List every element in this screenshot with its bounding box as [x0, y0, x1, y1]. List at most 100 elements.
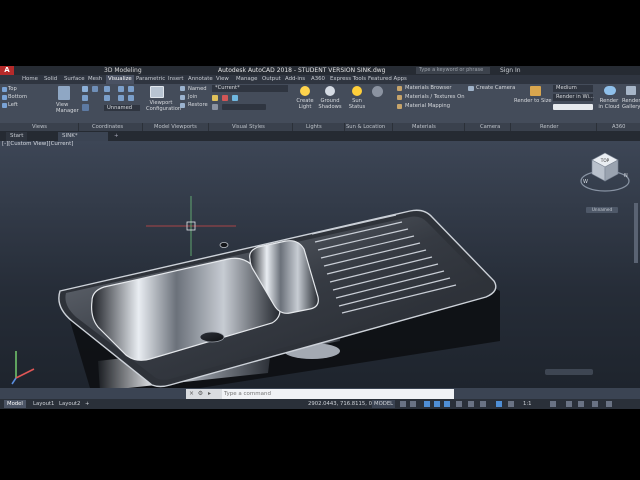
- tab-home[interactable]: Home: [22, 75, 38, 84]
- join-viewports-button[interactable]: Join: [188, 94, 197, 100]
- workspace-gear-icon[interactable]: [550, 401, 556, 407]
- ucs-icon[interactable]: [82, 86, 88, 92]
- panel-title-lights[interactable]: Lights: [306, 123, 322, 131]
- file-tab-start[interactable]: Start: [6, 132, 28, 141]
- tab-annotate[interactable]: Annotate: [188, 75, 213, 84]
- annotation-scale[interactable]: 1:1: [520, 400, 535, 408]
- osnap-icon[interactable]: [444, 401, 450, 407]
- sun-status-button[interactable]: Sun Status: [348, 98, 366, 110]
- panel-title-sun-location[interactable]: Sun & Location: [346, 123, 385, 131]
- isolate-objects-icon[interactable]: [566, 401, 572, 407]
- panel-title-views[interactable]: Views: [32, 123, 47, 131]
- tab-parametric[interactable]: Parametric: [136, 75, 165, 84]
- teapot-icon[interactable]: [530, 86, 541, 96]
- layout-tab-layout2[interactable]: Layout2: [56, 400, 83, 408]
- panel-title-coordinates[interactable]: Coordinates: [92, 123, 123, 131]
- tab-output[interactable]: Output: [262, 75, 281, 84]
- xray-icon[interactable]: [212, 104, 218, 110]
- new-file-tab-button[interactable]: +: [114, 131, 119, 141]
- render-gallery-icon[interactable]: [626, 86, 636, 95]
- named-viewports-button[interactable]: Named: [188, 86, 207, 92]
- view-manager-button[interactable]: View Manager: [56, 102, 79, 114]
- restore-viewports-button[interactable]: Restore: [188, 102, 208, 108]
- ground-shadows-icon[interactable]: [325, 86, 335, 96]
- ucs-previous-icon[interactable]: [104, 86, 110, 92]
- materials-browser-button[interactable]: Materials Browser: [405, 85, 451, 91]
- ucs-object-icon[interactable]: [104, 95, 110, 101]
- viewcube-icon[interactable]: TOP W N: [578, 143, 632, 207]
- search-input[interactable]: Type a keyword or phrase: [416, 67, 490, 74]
- workspace-switcher[interactable]: 3D Modeling: [104, 66, 142, 75]
- recent-commands-icon[interactable]: ▸: [206, 391, 213, 397]
- ucs-view-icon[interactable]: [82, 95, 88, 101]
- compass-north[interactable]: N: [624, 173, 628, 179]
- panel-title-camera[interactable]: Camera: [480, 123, 500, 131]
- material-mapping-button[interactable]: Material Mapping: [405, 103, 450, 109]
- tab-visualize[interactable]: Visualize: [106, 75, 134, 84]
- tab-solid[interactable]: Solid: [44, 75, 57, 84]
- ucs-face-icon[interactable]: [118, 95, 124, 101]
- drawing-viewport[interactable]: [-][Custom View][Current] TOP W N Unname…: [0, 141, 640, 388]
- viewcube-face-label[interactable]: TOP: [600, 158, 610, 163]
- grid-icon[interactable]: [400, 401, 406, 407]
- render-environment-field[interactable]: [553, 104, 593, 110]
- command-input[interactable]: [224, 390, 452, 398]
- close-icon[interactable]: ×: [188, 391, 195, 397]
- ucs-named-select[interactable]: Unnamed: [104, 105, 140, 111]
- customization-menu-icon[interactable]: [606, 401, 612, 407]
- wcs-menu[interactable]: Unnamed: [586, 207, 618, 213]
- tab-view[interactable]: View: [216, 75, 229, 84]
- transparency-icon[interactable]: [468, 401, 474, 407]
- clean-screen-icon[interactable]: [592, 401, 598, 407]
- add-layout-button[interactable]: +: [82, 400, 92, 408]
- ortho-icon[interactable]: [424, 401, 430, 407]
- tab-insert[interactable]: Insert: [168, 75, 183, 84]
- light-bulb-icon[interactable]: [300, 86, 310, 96]
- tab-mesh[interactable]: Mesh: [88, 75, 102, 84]
- panel-title-visual-styles[interactable]: Visual Styles: [232, 123, 265, 131]
- sky-background-icon[interactable]: [372, 86, 383, 97]
- sun-status-icon[interactable]: [352, 86, 362, 96]
- viewport-configuration-icon[interactable]: [150, 86, 164, 98]
- ucs-world-icon[interactable]: [92, 86, 98, 92]
- render-to-size-button[interactable]: Render to Size: [514, 98, 552, 104]
- ucs-dropdown-icon[interactable]: [82, 104, 89, 111]
- gizmo-icon[interactable]: [496, 401, 502, 407]
- render-quality-select[interactable]: Medium: [553, 85, 593, 92]
- materials-textures-toggle[interactable]: Materials / Textures On: [405, 94, 465, 100]
- cloud-icon[interactable]: [604, 86, 616, 95]
- ucs-3point-icon[interactable]: [128, 95, 134, 101]
- render-gallery-button[interactable]: Render Gallery: [622, 98, 640, 110]
- viewport-configuration-button[interactable]: Viewport Configuration: [146, 100, 181, 112]
- polar-icon[interactable]: [434, 401, 440, 407]
- tab-addins[interactable]: Add-ins: [285, 75, 305, 84]
- panel-title-a360[interactable]: A360: [612, 123, 625, 131]
- annotation-visibility-icon[interactable]: [508, 401, 514, 407]
- lineweight-icon[interactable]: [456, 401, 462, 407]
- navigation-bar[interactable]: [634, 203, 638, 263]
- opacity-slider[interactable]: [222, 104, 266, 110]
- snap-icon[interactable]: [410, 401, 416, 407]
- tab-manage[interactable]: Manage: [236, 75, 257, 84]
- sun-icon[interactable]: [212, 95, 218, 101]
- hardware-acceleration-icon[interactable]: [578, 401, 584, 407]
- customize-icon[interactable]: ⚙: [197, 391, 204, 397]
- navigation-bar-hint[interactable]: [545, 369, 593, 375]
- viewcube[interactable]: TOP W N Unnamed: [578, 143, 632, 217]
- tab-express-tools[interactable]: Express Tools: [330, 75, 366, 84]
- ground-shadows-button[interactable]: Ground Shadows: [318, 98, 342, 110]
- sign-in-link[interactable]: Sign In: [500, 66, 521, 75]
- compass-west[interactable]: W: [583, 179, 588, 185]
- render-in-cloud-button[interactable]: Render in Cloud: [598, 98, 620, 110]
- ucs-origin-icon[interactable]: [118, 86, 124, 92]
- ucs-z-axis-icon[interactable]: [128, 86, 134, 92]
- layout-tab-model[interactable]: Model: [4, 400, 26, 408]
- create-camera-button[interactable]: Create Camera: [476, 85, 515, 91]
- view-bottom-button[interactable]: Bottom: [8, 94, 27, 100]
- autocad-logo-icon[interactable]: A: [0, 66, 14, 75]
- panel-title-model-viewports[interactable]: Model Viewports: [154, 123, 197, 131]
- selection-cycling-icon[interactable]: [480, 401, 486, 407]
- edge-style-icon[interactable]: [232, 95, 238, 101]
- view-top-button[interactable]: Top: [8, 86, 17, 92]
- layout-tab-layout1[interactable]: Layout1: [30, 400, 57, 408]
